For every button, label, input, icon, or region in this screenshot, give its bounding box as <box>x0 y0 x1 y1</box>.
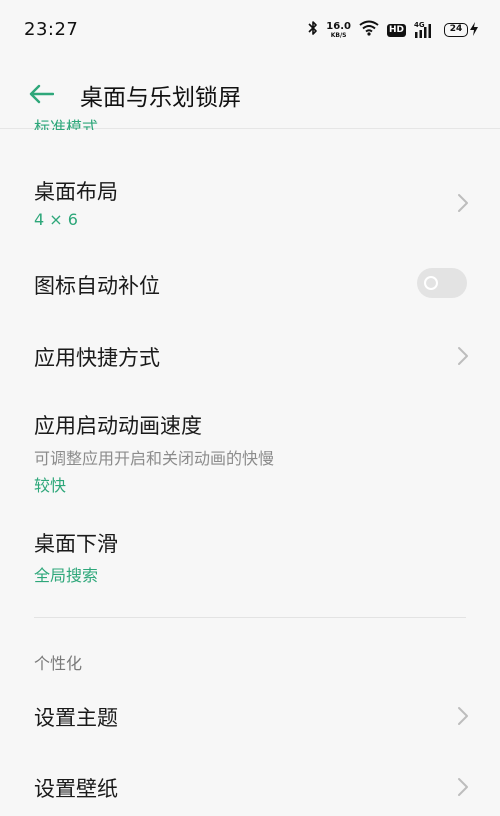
setting-desktop-swipe-down[interactable]: 桌面下滑 全局搜索 <box>0 520 500 592</box>
setting-value: 全局搜索 <box>34 566 99 585</box>
network-speed-unit: KB/S <box>330 31 347 39</box>
back-button[interactable] <box>26 80 56 108</box>
back-arrow-icon <box>29 84 54 104</box>
setting-title: 应用快捷方式 <box>34 346 160 370</box>
setting-title: 桌面下滑 <box>34 532 118 556</box>
setting-title: 桌面布局 <box>34 180 118 204</box>
battery-indicator: 24 <box>444 21 478 40</box>
network-speed: 16.0 KB/S <box>326 20 351 39</box>
setting-value: 较快 <box>34 476 67 495</box>
settings-screen: 23:27 16.0 KB/S HD 4G 24 桌面与乐划锁屏 标准模式 桌面… <box>0 0 500 816</box>
toggle-knob <box>424 276 438 290</box>
chevron-right-icon <box>458 778 468 796</box>
setting-app-launch-animation[interactable]: 应用启动动画速度 可调整应用开启和关闭动画的快慢 较快 <box>0 402 500 498</box>
setting-app-shortcuts[interactable]: 应用快捷方式 <box>0 334 500 380</box>
section-header-personalization: 个性化 <box>34 654 83 673</box>
clipped-item-value: 标准模式 <box>34 118 99 130</box>
status-bar: 23:27 16.0 KB/S HD 4G 24 <box>0 0 500 60</box>
status-icons: 16.0 KB/S HD 4G 24 <box>308 18 478 42</box>
icon-auto-fill-toggle[interactable] <box>417 268 467 298</box>
bluetooth-icon <box>308 20 318 40</box>
setting-subtitle: 可调整应用开启和关闭动画的快慢 <box>34 449 275 468</box>
setting-title: 设置主题 <box>34 706 118 730</box>
charging-bolt-icon <box>470 21 478 40</box>
setting-value: 4 × 6 <box>34 210 78 229</box>
setting-set-wallpaper[interactable]: 设置壁纸 <box>0 765 500 811</box>
setting-set-theme[interactable]: 设置主题 <box>0 694 500 740</box>
hd-badge: HD <box>386 23 406 37</box>
section-divider <box>34 617 466 618</box>
cellular-signal-icon: 4G <box>414 21 436 39</box>
setting-icon-auto-fill: 图标自动补位 <box>0 262 500 312</box>
chevron-right-icon <box>458 194 468 212</box>
setting-desktop-layout[interactable]: 桌面布局 4 × 6 <box>0 168 500 242</box>
wifi-icon <box>359 20 379 40</box>
network-speed-value: 16.0 <box>326 20 351 32</box>
setting-title: 应用启动动画速度 <box>34 414 202 438</box>
chevron-right-icon <box>458 347 468 365</box>
page-title: 桌面与乐划锁屏 <box>80 85 241 111</box>
setting-title: 设置壁纸 <box>34 777 118 801</box>
battery-level: 24 <box>444 23 468 37</box>
setting-title: 图标自动补位 <box>34 274 160 298</box>
chevron-right-icon <box>458 707 468 725</box>
status-time: 23:27 <box>24 19 79 40</box>
